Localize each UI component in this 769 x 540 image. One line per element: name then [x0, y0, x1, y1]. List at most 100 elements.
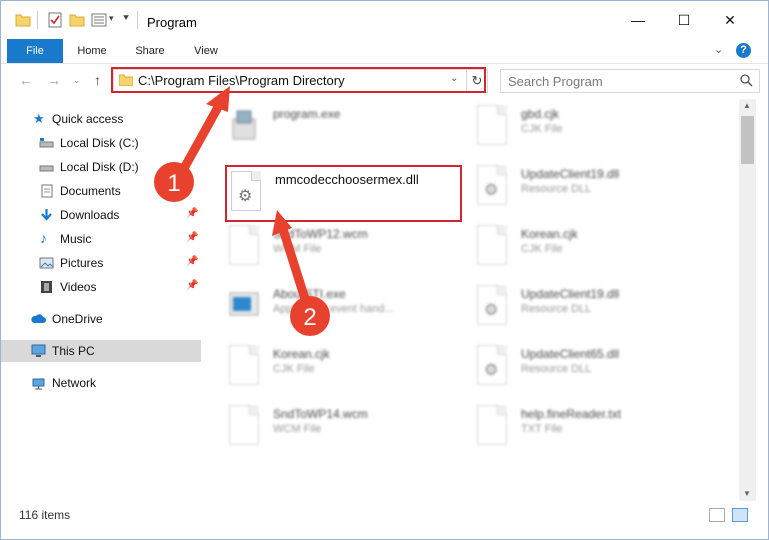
network-icon [32, 378, 45, 390]
scroll-thumb[interactable] [741, 116, 754, 164]
file-name: help.fineReader.txt [521, 407, 622, 421]
sidebar-item-pictures[interactable]: Pictures 📌 [1, 252, 201, 274]
tab-home[interactable]: Home [69, 39, 115, 63]
help-button[interactable]: ? [736, 43, 751, 58]
large-icons-view-button[interactable] [732, 508, 748, 522]
file-type: WCM File [273, 423, 322, 435]
film-icon [41, 281, 52, 293]
new-folder-icon[interactable] [69, 12, 85, 28]
sidebar-item-label: Videos [60, 280, 97, 294]
window-title: Program [147, 15, 197, 30]
close-button[interactable]: ✕ [707, 1, 753, 39]
properties-icon[interactable] [47, 12, 63, 28]
sidebar-item-label: Music [60, 232, 92, 246]
file-type: Resource DLL [521, 303, 592, 315]
tab-view[interactable]: View [183, 39, 229, 63]
address-bar-highlight [111, 67, 486, 93]
text-file-icon [477, 405, 507, 445]
navigation-pane: ★ Quick access Local Disk (C:) Local Dis… [1, 99, 201, 499]
sidebar-item-label: This PC [52, 344, 95, 358]
application-icon [229, 292, 259, 316]
list-item[interactable]: SndToWP12.wcm WCM File [203, 219, 443, 271]
file-name: UpdateClient19.dll [521, 167, 620, 181]
up-arrow-icon[interactable]: ↑ [94, 72, 101, 88]
sidebar-item-this-pc[interactable]: This PC [1, 340, 201, 362]
list-item[interactable]: program.exe [203, 99, 443, 151]
star-icon: ★ [33, 111, 45, 126]
search-placeholder: Search Program [508, 74, 603, 89]
tab-share[interactable]: Share [127, 39, 173, 63]
file-name: UpdateClient65.dll [521, 347, 620, 361]
sidebar-item-label: Quick access [52, 112, 124, 126]
list-item[interactable]: help.fineReader.txt TXT File [451, 399, 691, 451]
document-icon [229, 225, 259, 265]
sidebar-item-videos[interactable]: Videos 📌 [1, 276, 201, 298]
pictures-icon [39, 257, 54, 269]
list-item[interactable]: SndToWP14.wcm WCM File [203, 399, 443, 451]
drive-icon [39, 165, 54, 172]
expand-ribbon-icon[interactable]: ⌄ [714, 43, 723, 56]
list-item[interactable]: Korean.cjk CJK File [451, 219, 691, 271]
pin-icon[interactable]: 📌 [186, 280, 198, 291]
file-name: Korean.cjk [521, 227, 578, 241]
folder-icon [15, 14, 31, 27]
tab-file[interactable]: File [7, 39, 63, 63]
back-arrow-icon[interactable]: ← [19, 72, 33, 88]
document-icon [477, 105, 507, 145]
cloud-icon [31, 314, 46, 323]
file-type: CJK File [521, 243, 563, 255]
pin-icon[interactable]: 📌 [186, 208, 198, 219]
sidebar-item-documents[interactable]: Documents [1, 180, 201, 202]
customize-toolbar-icon[interactable] [91, 12, 107, 28]
search-icon [740, 74, 753, 87]
vertical-scrollbar[interactable]: ▲ ▼ [739, 99, 756, 501]
navigation-row: ← → ⌄ ↑ C:\Program Files\Program Directo… [1, 64, 768, 98]
file-type: CJK File [273, 363, 315, 375]
details-view-button[interactable] [709, 508, 725, 522]
sidebar-item-quick-access[interactable]: ★ Quick access [1, 108, 201, 130]
sidebar-item-label: Documents [60, 184, 121, 198]
list-item[interactable]: ⚙ UpdateClient19.dll Resource DLL [451, 279, 691, 331]
sidebar-item-network[interactable]: Network [1, 372, 201, 394]
item-count: 116 items [19, 508, 71, 522]
sidebar-item-label: Pictures [60, 256, 104, 270]
file-list: program.exe SndToWP12.wcm WCM File About… [203, 99, 739, 501]
list-item[interactable]: Korean.cjk CJK File [203, 339, 443, 391]
quick-access-toolbar-dropdown-icon[interactable]: ⯆ [122, 13, 130, 24]
dll-file-icon: ⚙ [477, 165, 507, 205]
sidebar-item-label: Local Disk (C:) [60, 136, 139, 150]
sidebar-item-local-disk-d[interactable]: Local Disk (D:) [1, 156, 201, 178]
sidebar-item-downloads[interactable]: Downloads 📌 [1, 204, 201, 226]
sidebar-item-music[interactable]: ♪ Music 📌 [1, 228, 201, 250]
file-highlight [225, 165, 462, 222]
file-type: WCM File [273, 243, 322, 255]
drive-icon [39, 138, 54, 148]
chevron-down-icon[interactable]: ▾ [109, 13, 114, 24]
explorer-window: ▾ ⯆ Program — ☐ ✕ File Home Share View ⌄… [0, 0, 769, 540]
list-item[interactable]: ⚙ UpdateClient65.dll Resource DLL [451, 339, 691, 391]
sidebar-item-onedrive[interactable]: OneDrive [1, 308, 201, 330]
status-bar: 116 items [1, 503, 768, 527]
file-type: TXT File [521, 423, 563, 435]
forward-arrow-icon[interactable]: → [47, 72, 61, 88]
sidebar-item-label: Network [52, 376, 97, 390]
pin-icon[interactable]: 📌 [186, 232, 198, 243]
list-item[interactable]: AboutSTI.exe Application event hand... [203, 279, 443, 331]
file-name: Korean.cjk [273, 347, 330, 361]
scroll-down-icon[interactable]: ▼ [743, 489, 751, 498]
document-icon [477, 225, 507, 265]
recent-locations-icon[interactable]: ⌄ [73, 75, 81, 86]
pin-icon[interactable]: 📌 [186, 256, 198, 267]
document-icon [229, 345, 259, 385]
minimize-button[interactable]: — [615, 1, 661, 39]
scroll-up-icon[interactable]: ▲ [743, 101, 751, 110]
list-item[interactable]: gbd.cjk CJK File [451, 99, 691, 151]
gear-icon: ⚙ [484, 182, 499, 199]
search-input[interactable]: Search Program [500, 69, 760, 93]
computer-icon [31, 344, 46, 357]
list-item[interactable]: ⚙ UpdateClient19.dll Resource DLL [451, 159, 691, 211]
file-name: AboutSTI.exe [273, 287, 346, 301]
sidebar-item-local-disk-c[interactable]: Local Disk (C:) [1, 132, 201, 154]
dll-file-icon: ⚙ [477, 345, 507, 385]
maximize-button[interactable]: ☐ [661, 1, 707, 39]
